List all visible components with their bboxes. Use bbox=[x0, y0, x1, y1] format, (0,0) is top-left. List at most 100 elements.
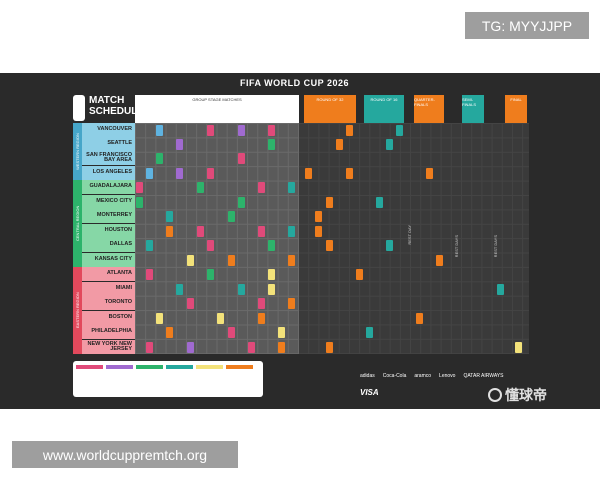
match-cell bbox=[217, 313, 224, 324]
match-cell bbox=[356, 269, 363, 280]
top-watermark: TG: MYYJJPP bbox=[465, 12, 589, 39]
match-cell bbox=[156, 125, 163, 136]
match-cell bbox=[268, 139, 275, 150]
legend-group bbox=[226, 365, 253, 393]
match-cell bbox=[207, 125, 214, 136]
match-cell bbox=[238, 153, 245, 164]
match-cell bbox=[336, 139, 343, 150]
match-cell bbox=[258, 298, 265, 309]
match-cell bbox=[436, 255, 443, 266]
match-cell bbox=[166, 211, 173, 222]
rest-days-label: REST DAYS bbox=[493, 235, 498, 258]
semi-finals-header: SEMI-FINALS bbox=[462, 95, 484, 123]
city-miami: MIAMI bbox=[82, 282, 135, 296]
match-cell bbox=[288, 298, 295, 309]
match-cell bbox=[146, 168, 153, 179]
match-cell bbox=[166, 226, 173, 237]
match-cell bbox=[238, 284, 245, 295]
match-cell bbox=[136, 182, 143, 193]
city-kansas-city: KANSAS CITY bbox=[82, 253, 135, 267]
group-stage-header: GROUP STAGE MATCHES bbox=[135, 95, 299, 123]
match-cell bbox=[376, 197, 383, 208]
match-cell bbox=[238, 125, 245, 136]
match-cell bbox=[187, 255, 194, 266]
match-cell bbox=[366, 327, 373, 338]
final-header: FINAL bbox=[505, 95, 527, 123]
bottom-url-watermark: www.worldcuppremtch.org bbox=[12, 441, 238, 468]
match-cell bbox=[288, 182, 295, 193]
match-cell bbox=[396, 125, 403, 136]
match-cell bbox=[416, 313, 423, 324]
match-cell bbox=[258, 182, 265, 193]
match-cell bbox=[268, 240, 275, 251]
sponsor-aramco: aramco bbox=[414, 373, 432, 379]
city-toronto: TORONTO bbox=[82, 296, 135, 310]
match-cell bbox=[305, 168, 312, 179]
match-cell bbox=[268, 269, 275, 280]
region-central: CENTRAL REGION bbox=[73, 180, 82, 267]
round-of-32-header: ROUND OF 32 bbox=[304, 95, 356, 123]
screenshot: TG: MYYJJPP FIFA WORLD CUP 2026 MATCH SC… bbox=[0, 0, 600, 480]
match-cell bbox=[386, 139, 393, 150]
match-cell bbox=[228, 255, 235, 266]
round-of-16-header: ROUND OF 16 bbox=[364, 95, 404, 123]
city-boston: BOSTON bbox=[82, 311, 135, 325]
match-cell bbox=[228, 327, 235, 338]
match-cell bbox=[278, 342, 285, 353]
match-cell bbox=[268, 125, 275, 136]
match-cell bbox=[326, 342, 333, 353]
city-san-francisco: SAN FRANCISCO BAY AREA bbox=[82, 151, 135, 165]
match-cell bbox=[146, 269, 153, 280]
ball-icon bbox=[488, 388, 502, 402]
match-cell bbox=[238, 197, 245, 208]
rest-day-label: REST DAY bbox=[407, 225, 412, 245]
legend-group bbox=[76, 365, 103, 393]
match-cell bbox=[315, 226, 322, 237]
match-cell bbox=[197, 182, 204, 193]
match-cell bbox=[146, 240, 153, 251]
match-cell bbox=[288, 255, 295, 266]
match-cell bbox=[315, 211, 322, 222]
sponsor-qatar-airways: QATAR AIRWAYS bbox=[463, 373, 504, 379]
match-cell bbox=[228, 211, 235, 222]
match-cell bbox=[136, 197, 143, 208]
match-cell bbox=[187, 342, 194, 353]
city-houston: HOUSTON bbox=[82, 224, 135, 238]
match-cell bbox=[176, 284, 183, 295]
match-cell bbox=[156, 153, 163, 164]
sponsor-visa: VISA bbox=[360, 388, 379, 397]
match-cell bbox=[515, 342, 522, 353]
city-monterrey: MONTERREY bbox=[82, 209, 135, 223]
match-cell bbox=[497, 284, 504, 295]
match-cell bbox=[187, 298, 194, 309]
city-atlanta: ATLANTA bbox=[82, 267, 135, 281]
match-cell bbox=[288, 226, 295, 237]
corner-watermark-text: 懂球帝 bbox=[505, 387, 547, 403]
city-new-york-new-jersey: NEW YORK NEW JERSEY bbox=[82, 340, 135, 354]
match-cell bbox=[248, 342, 255, 353]
city-mexico-city: MEXICO CITY bbox=[82, 195, 135, 209]
sponsor-lenovo: Lenovo bbox=[439, 373, 456, 379]
match-cell bbox=[346, 168, 353, 179]
city-seattle: SEATTLE bbox=[82, 137, 135, 151]
trophy-icon bbox=[73, 95, 85, 121]
region-eastern: EASTERN REGION bbox=[73, 267, 82, 354]
legend-group bbox=[166, 365, 193, 393]
legend-group bbox=[106, 365, 133, 393]
match-cell bbox=[386, 240, 393, 251]
match-cell bbox=[278, 327, 285, 338]
poster-title: FIFA WORLD CUP 2026 bbox=[240, 78, 350, 88]
corner-watermark: 懂球帝 bbox=[488, 385, 547, 405]
city-guadalajara: GUADALAJARA bbox=[82, 180, 135, 194]
match-cell bbox=[258, 226, 265, 237]
match-cell bbox=[207, 240, 214, 251]
city-los-angeles: LOS ANGELES bbox=[82, 166, 135, 180]
match-cell bbox=[326, 197, 333, 208]
match-cell bbox=[146, 342, 153, 353]
match-cell bbox=[326, 240, 333, 251]
city-vancouver: VANCOUVER bbox=[82, 123, 135, 137]
match-cell bbox=[258, 313, 265, 324]
city-philadelphia: PHILADELPHIA bbox=[82, 325, 135, 339]
legend-group bbox=[196, 365, 223, 393]
match-cell bbox=[207, 168, 214, 179]
